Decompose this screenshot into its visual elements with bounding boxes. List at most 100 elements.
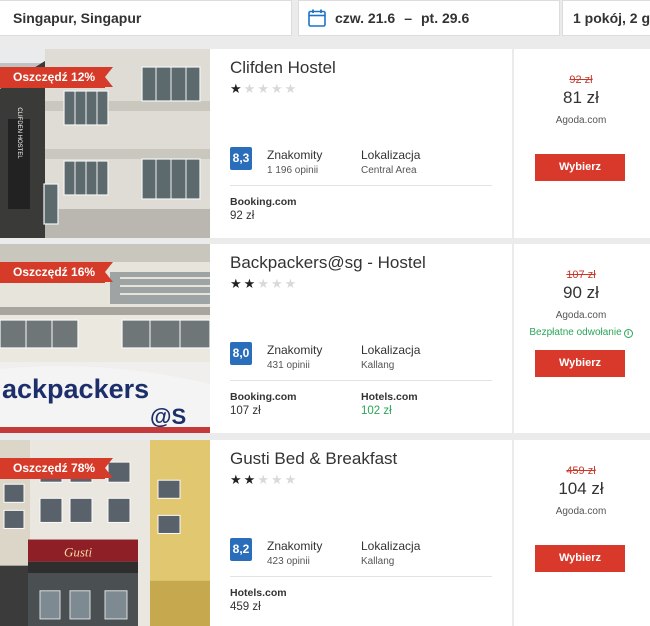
hotel-info: Backpackers@sg - Hostel ★★★★★ 8,0 Znakom… [230, 244, 495, 433]
star-icon: ★ [230, 472, 244, 487]
star-icon: ★ [230, 276, 244, 291]
location-value: Central Area [361, 165, 417, 176]
location-info[interactable]: Lokalizacja Central Area [361, 148, 420, 176]
offer-site: Hotels.com [361, 391, 418, 403]
location-value: Singapur, Singapur [13, 10, 142, 26]
hotel-card: Gusti Oszczędź 78% Gusti Bed & Breakfast… [0, 440, 650, 626]
star-icon: ★ [243, 81, 258, 96]
hotel-info: Clifden Hostel ★★★★★ 8,3 Znakomity 1 196… [230, 49, 495, 238]
star-icon: ★ [284, 81, 299, 96]
old-price: 459 zł [566, 465, 596, 477]
hotel-name[interactable]: Gusti Bed & Breakfast [230, 449, 397, 469]
deal-price: 81 zł [563, 88, 599, 107]
offer-site: Hotels.com [230, 587, 287, 599]
star-icon: ★ [243, 276, 258, 291]
banner-text: ackpackers [2, 374, 149, 404]
star-icon: ★ [270, 472, 285, 487]
rating-label: Znakomity [267, 539, 323, 553]
hotel-name[interactable]: Clifden Hostel [230, 58, 336, 78]
star-icon: ★ [270, 81, 285, 96]
select-button[interactable]: Wybierz [535, 545, 625, 572]
banner-subtext: @S [150, 404, 186, 429]
hotel-card: ackpackers @S Oszczędź 16% Backpackers@s… [0, 244, 650, 433]
star-icon: ★ [270, 276, 285, 291]
alt-offer[interactable]: Booking.com 107 zł [230, 391, 297, 417]
alt-offer[interactable]: Booking.com 92 zł [230, 196, 297, 222]
location-label: Lokalizacja [361, 343, 421, 357]
star-icon: ★ [257, 472, 271, 487]
location-info[interactable]: Lokalizacja Kallang [361, 539, 420, 567]
offer-price: 92 zł [230, 210, 255, 222]
star-icon: ★ [284, 276, 299, 291]
hostel-sign-text: CLIFDEN HOSTEL [16, 107, 22, 159]
star-icon: ★ [230, 81, 244, 96]
rating-label: Znakomity [267, 148, 323, 162]
star-rating: ★★★★★ [230, 81, 298, 97]
hotel-info: Gusti Bed & Breakfast ★★★★★ 8,2 Znakomit… [230, 440, 495, 626]
location-label: Lokalizacja [361, 148, 421, 162]
rooms-guests-field[interactable]: 1 pokój, 2 g [562, 0, 650, 36]
best-deal: 459 zł 104 zł Agoda.com Wybierz [514, 440, 650, 626]
deal-site: Agoda.com [555, 115, 607, 126]
rating-badge[interactable]: 8,2 [230, 538, 252, 561]
star-icon: ★ [284, 472, 299, 487]
best-deal: 107 zł 90 zł Agoda.com Bezpłatne odwołan… [514, 244, 650, 433]
rooms-guests-value: 1 pokój, 2 g [573, 10, 650, 26]
review-count: 1 196 opinii [267, 165, 319, 176]
location-field[interactable]: Singapur, Singapur [0, 0, 292, 36]
alt-offer[interactable]: Hotels.com 459 zł [230, 587, 287, 613]
star-icon: ★ [243, 472, 258, 487]
rating-summary[interactable]: Znakomity 423 opinii [267, 539, 322, 567]
hotel-name[interactable]: Backpackers@sg - Hostel [230, 253, 426, 273]
discount-badge: Oszczędź 16% [0, 262, 114, 283]
star-icon: ★ [257, 81, 271, 96]
discount-badge: Oszczędź 12% [0, 67, 114, 88]
info-icon[interactable]: i [623, 329, 633, 338]
shop-sign-text: Gusti [64, 545, 93, 560]
offer-site: Booking.com [230, 196, 297, 208]
check-in-date: czw. 21.6 [335, 10, 396, 26]
rating-summary[interactable]: Znakomity 431 opinii [267, 343, 322, 371]
offer-price: 459 zł [230, 601, 261, 613]
deal-price: 90 zł [563, 283, 599, 302]
deal-site: Agoda.com [555, 310, 607, 321]
divider [230, 576, 492, 577]
review-count: 423 opinii [267, 556, 310, 567]
star-icon: ★ [257, 276, 271, 291]
search-bar: Singapur, Singapur czw. 21.6 – pt. 29.6 … [0, 0, 650, 40]
divider [230, 380, 492, 381]
deal-site: Agoda.com [555, 506, 607, 517]
location-info[interactable]: Lokalizacja Kallang [361, 343, 420, 371]
discount-badge: Oszczędź 78% [0, 458, 114, 479]
location-value: Kallang [361, 360, 395, 371]
hotel-photo[interactable]: ackpackers @S Oszczędź 16% [0, 244, 210, 433]
select-button[interactable]: Wybierz [535, 350, 625, 377]
review-count: 431 opinii [267, 360, 310, 371]
rating-badge[interactable]: 8,3 [230, 147, 252, 170]
rating-badge[interactable]: 8,0 [230, 342, 252, 365]
offer-site: Booking.com [230, 391, 297, 403]
star-rating: ★★★★★ [230, 276, 298, 292]
offer-price: 102 zł [361, 405, 392, 417]
hotel-photo[interactable]: CLIFDEN HOSTEL Oszczędź 12% [0, 49, 210, 238]
rating-summary[interactable]: Znakomity 1 196 opinii [267, 148, 322, 176]
divider [230, 185, 492, 186]
old-price: 92 zł [569, 74, 593, 86]
free-cancellation[interactable]: Bezpłatne odwołanie i [514, 327, 648, 338]
hotel-photo[interactable]: Gusti Oszczędź 78% [0, 440, 210, 626]
alt-offer[interactable]: Hotels.com 102 zł [361, 391, 418, 417]
select-button[interactable]: Wybierz [535, 154, 625, 181]
best-deal: 92 zł 81 zł Agoda.com Wybierz [514, 49, 650, 238]
offer-price: 107 zł [230, 405, 261, 417]
star-rating: ★★★★★ [230, 472, 298, 488]
old-price: 107 zł [566, 269, 596, 281]
calendar-icon [308, 9, 326, 27]
rating-label: Znakomity [267, 343, 323, 357]
deal-price: 104 zł [558, 479, 604, 498]
hotel-card: CLIFDEN HOSTEL Oszczędź 12% Clifden Host… [0, 49, 650, 238]
date-separator: – [404, 10, 412, 26]
location-value: Kallang [361, 556, 395, 567]
free-cancellation-text: Bezpłatne odwołanie [529, 327, 622, 338]
check-out-date: pt. 29.6 [420, 10, 470, 26]
date-range-field[interactable]: czw. 21.6 – pt. 29.6 [298, 0, 560, 36]
